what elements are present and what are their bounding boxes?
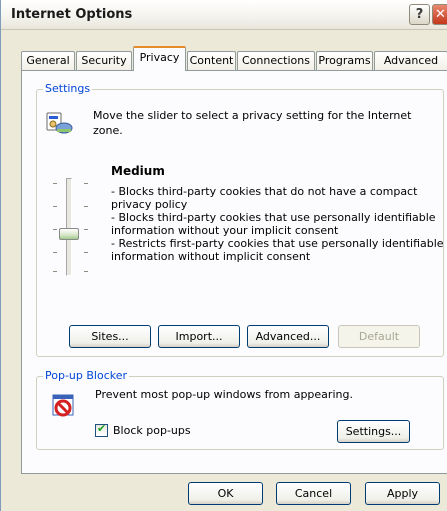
slider-tick [84, 183, 88, 184]
popup-blocker-group-label: Pop-up Blocker [43, 369, 130, 382]
tab-general[interactable]: General [21, 51, 75, 70]
tab-connections[interactable]: Connections [237, 51, 315, 70]
window-title: Internet Options [11, 7, 133, 22]
privacy-description-line: information without implicit consent [111, 250, 311, 263]
tab-content[interactable]: Content [187, 51, 236, 70]
title-bar[interactable]: Internet Options ? ✕ [1, 0, 447, 30]
slider-tick [53, 229, 57, 230]
internet-options-window: Internet Options ? ✕ General Security Pr… [0, 0, 447, 511]
privacy-description-line: - Blocks third-party cookies that do not… [111, 185, 418, 198]
slider-tick [53, 206, 57, 207]
settings-intro-line2: zone. [93, 124, 123, 137]
tab-privacy[interactable]: Privacy [133, 46, 186, 71]
tab-advanced[interactable]: Advanced [374, 51, 447, 70]
slider-tick [53, 183, 57, 184]
slider-tick [84, 206, 88, 207]
privacy-description-line: - Blocks third-party cookies that use pe… [111, 211, 436, 224]
slider-tick [84, 229, 88, 230]
tab-programs[interactable]: Programs [316, 51, 373, 70]
slider-tick [53, 252, 57, 253]
privacy-level-label: Medium [111, 164, 165, 178]
close-button[interactable]: ✕ [432, 4, 447, 25]
privacy-slider-thumb[interactable] [59, 228, 79, 240]
slider-tick [84, 252, 88, 253]
apply-button[interactable]: Apply [365, 482, 440, 505]
slider-tick [53, 271, 57, 272]
popup-blocker-description: Prevent most pop-up windows from appeari… [95, 388, 353, 401]
slider-tick [84, 271, 88, 272]
privacy-settings-icon [45, 109, 73, 138]
advanced-button[interactable]: Advanced... [247, 325, 329, 348]
default-button[interactable]: Default [338, 325, 420, 348]
cancel-button[interactable]: Cancel [276, 482, 351, 505]
settings-group-label: Settings [43, 82, 93, 95]
privacy-slider-track[interactable] [66, 178, 72, 276]
sites-button[interactable]: Sites... [69, 325, 151, 348]
ok-button[interactable]: OK [188, 482, 263, 505]
privacy-description-line: - Restricts first-party cookies that use… [111, 237, 444, 250]
tab-security[interactable]: Security [76, 51, 132, 70]
privacy-description-line: privacy policy [111, 198, 188, 211]
block-popups-label[interactable]: Block pop-ups [113, 424, 191, 437]
privacy-description-line: information without your implicit consen… [111, 224, 339, 237]
import-button[interactable]: Import... [158, 325, 240, 348]
help-button[interactable]: ? [409, 4, 430, 25]
popup-settings-button[interactable]: Settings... [337, 420, 410, 443]
settings-intro-line1: Move the slider to select a privacy sett… [93, 109, 412, 122]
popup-blocker-icon [51, 391, 79, 422]
block-popups-checkbox[interactable] [95, 422, 108, 437]
